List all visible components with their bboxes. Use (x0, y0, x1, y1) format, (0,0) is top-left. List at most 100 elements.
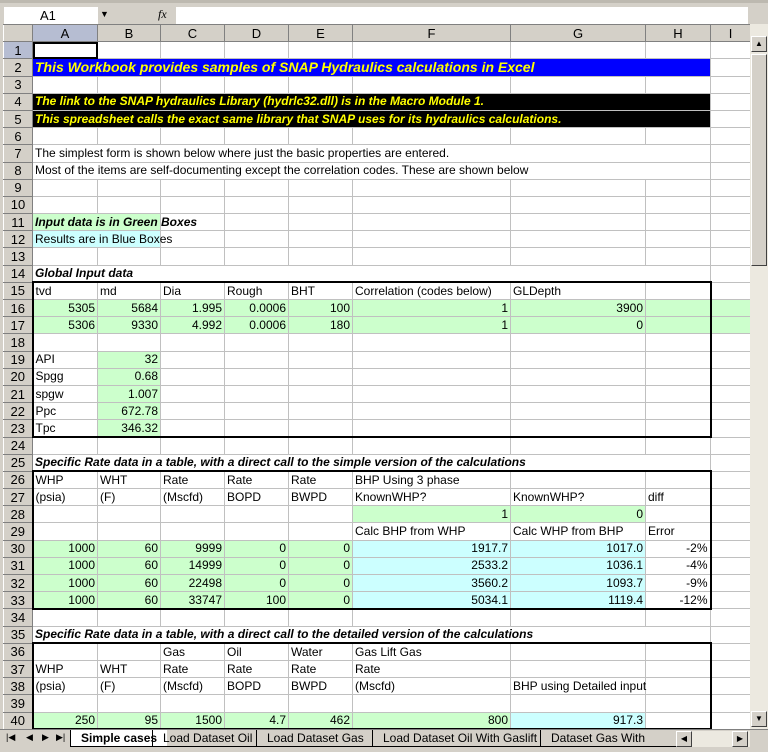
cell-h11[interactable] (645, 213, 711, 232)
cell-d13[interactable] (224, 247, 289, 266)
cell-a24[interactable] (32, 436, 98, 455)
cell-a9[interactable] (32, 178, 98, 197)
cell-i40[interactable] (710, 711, 750, 729)
cell-a39[interactable] (31, 694, 98, 713)
row-header[interactable]: 15 (3, 281, 33, 301)
cell-c39[interactable] (160, 694, 225, 713)
row-header[interactable]: 17 (3, 316, 33, 335)
cell-d20[interactable] (224, 367, 289, 386)
cell-i6[interactable] (710, 127, 750, 146)
row-header[interactable]: 12 (3, 230, 33, 249)
cell-f10[interactable] (352, 195, 511, 215)
cell-i2[interactable] (710, 58, 750, 77)
cell-c10[interactable] (160, 195, 225, 215)
cell-a25[interactable]: Specific Rate data in a table, with a di… (32, 453, 711, 472)
cell-b40[interactable]: 95 (97, 711, 161, 729)
cell-h17[interactable] (645, 316, 712, 335)
tab-dataset-gas-gaslift[interactable]: Dataset Gas With GasLi (540, 730, 678, 747)
cell-d27[interactable]: BOPD (224, 488, 289, 507)
cell-i21[interactable] (710, 384, 750, 404)
cell-i20[interactable] (710, 367, 750, 386)
cell-a5[interactable]: This spreadsheet calls the exact same li… (32, 109, 711, 129)
cell-d16[interactable]: 0.0006 (224, 298, 289, 318)
cell-g40[interactable]: 917.3 (510, 711, 646, 729)
cell-d38[interactable]: BOPD (224, 677, 289, 696)
row-header[interactable]: 33 (3, 591, 33, 610)
cell-e24[interactable] (288, 436, 353, 455)
row-header[interactable]: 16 (3, 298, 33, 318)
last-sheet-icon[interactable]: ▶| (56, 732, 65, 743)
column-header-h[interactable]: H (645, 24, 711, 43)
cell-g39[interactable] (510, 694, 646, 713)
cell-c32[interactable]: 22498 (160, 573, 225, 593)
cell-d37[interactable]: Rate (224, 659, 289, 679)
cell-a12[interactable]: Results are in Blue Boxes (32, 230, 172, 249)
cell-d18[interactable] (224, 333, 289, 352)
cell-e39[interactable] (288, 694, 353, 713)
cell-d9[interactable] (224, 178, 289, 197)
vertical-scrollbar[interactable]: ▲ ▼ (750, 24, 768, 729)
cell-i34[interactable] (710, 608, 750, 627)
cell-g12[interactable] (510, 230, 646, 249)
row-header[interactable]: 5 (3, 109, 33, 129)
cell-a7[interactable]: The simplest form is shown below where j… (32, 144, 711, 163)
cell-g38[interactable]: BHP using Detailed input (510, 677, 646, 696)
cell-d36[interactable]: Oil (224, 642, 289, 661)
cell-c16[interactable]: 1.995 (160, 298, 225, 318)
cell-g13[interactable] (510, 247, 646, 266)
cell-d17[interactable]: 0.0006 (224, 316, 289, 335)
cell-b30[interactable]: 60 (97, 539, 161, 558)
row-header[interactable]: 10 (3, 195, 33, 215)
cell-a11[interactable]: Input data is in Green Boxes (32, 213, 197, 232)
cell-b17[interactable]: 9330 (97, 316, 161, 335)
cell-h3[interactable] (645, 75, 711, 94)
cell-g32[interactable]: 1093.7 (510, 573, 646, 593)
cell-f26[interactable]: BHP Using 3 phase (352, 470, 511, 490)
cell-f15[interactable]: Correlation (codes below) (352, 281, 511, 301)
cell-b16[interactable]: 5684 (97, 298, 161, 318)
cell-i17[interactable] (710, 316, 750, 335)
cell-d32[interactable]: 0 (224, 573, 289, 593)
cell-h15[interactable] (645, 281, 712, 301)
cell-g9[interactable] (510, 178, 646, 197)
cell-e32[interactable]: 0 (288, 573, 353, 593)
name-box[interactable]: A1 (4, 7, 98, 24)
cell-b24[interactable] (97, 436, 161, 455)
cell-b28[interactable] (97, 505, 161, 524)
cell-i39[interactable] (710, 694, 750, 713)
cell-i18[interactable] (710, 333, 750, 352)
cell-e33[interactable]: 0 (288, 591, 353, 610)
cell-i32[interactable] (710, 573, 750, 593)
cell-g17[interactable]: 0 (510, 316, 646, 335)
cell-g34[interactable] (510, 608, 646, 627)
cell-g6[interactable] (510, 127, 646, 146)
cell-h34[interactable] (645, 608, 711, 627)
cell-f6[interactable] (352, 127, 511, 146)
tab-load-dataset-oil-gaslift[interactable]: Load Dataset Oil With Gaslift (372, 730, 548, 747)
cell-h40[interactable] (645, 711, 712, 729)
cell-e26[interactable]: Rate (288, 470, 353, 490)
cell-f13[interactable] (352, 247, 511, 266)
cell-h27[interactable]: diff (645, 488, 712, 507)
cell-c31[interactable]: 14999 (160, 556, 225, 576)
cell-b39[interactable] (97, 694, 161, 713)
cell-h10[interactable] (645, 195, 711, 215)
cell-f34[interactable] (352, 608, 511, 627)
cell-d29[interactable] (224, 522, 289, 541)
cell-f17[interactable]: 1 (352, 316, 511, 335)
cell-g10[interactable] (510, 195, 646, 215)
cell-a36[interactable] (31, 642, 98, 661)
row-header[interactable]: 24 (3, 436, 33, 455)
cell-d19[interactable] (224, 350, 289, 369)
cell-d6[interactable] (224, 127, 289, 146)
scroll-down-button[interactable]: ▼ (751, 711, 767, 727)
cell-d31[interactable]: 0 (224, 556, 289, 576)
cell-b1[interactable] (97, 41, 161, 60)
row-header[interactable]: 28 (3, 505, 33, 524)
cell-i24[interactable] (710, 436, 750, 455)
cell-i4[interactable] (710, 92, 750, 111)
cell-a27[interactable]: (psia) (31, 488, 98, 507)
cell-e11[interactable] (288, 213, 353, 232)
cell-a10[interactable] (32, 195, 98, 215)
cell-i30[interactable] (710, 539, 750, 558)
